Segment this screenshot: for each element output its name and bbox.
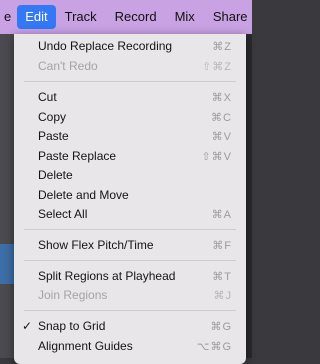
menu-item-split-regions[interactable]: Split Regions at Playhead ⌘T: [14, 266, 246, 286]
menu-item-copy[interactable]: Copy ⌘C: [14, 107, 246, 127]
menu-mix[interactable]: Mix: [166, 0, 204, 34]
menu-separator: [24, 310, 236, 311]
background-track-area: [0, 34, 14, 358]
menu-item-select-all[interactable]: Select All ⌘A: [14, 204, 246, 224]
checkmark-icon: ✓: [22, 319, 33, 333]
menu-item-label: Paste: [38, 129, 69, 143]
menu-item-label: Copy: [38, 110, 67, 124]
menu-item-shortcut: ⌘A: [211, 208, 232, 221]
menu-share[interactable]: Share: [204, 0, 257, 34]
menu-item-show-flex[interactable]: Show Flex Pitch/Time ⌘F: [14, 235, 246, 255]
background-right-edge: [246, 34, 252, 358]
menu-item-label: Join Regions: [38, 288, 108, 302]
menu-separator: [24, 229, 236, 230]
menu-item-label: Alignment Guides: [38, 339, 133, 353]
menu-item-shortcut: ⌘G: [210, 320, 232, 333]
edit-menu-dropdown: Undo Replace Recording ⌘Z Can't Redo ⇧⌘Z…: [14, 34, 246, 364]
menu-item-label: Cut: [38, 90, 57, 104]
menu-item-cut[interactable]: Cut ⌘X: [14, 87, 246, 107]
menu-item-shortcut: ⌘Z: [212, 40, 232, 53]
menu-item-shortcut: ⌘T: [212, 270, 232, 283]
menu-item-paste[interactable]: Paste ⌘V: [14, 126, 246, 146]
menu-item-label: Undo Replace Recording: [38, 39, 173, 53]
menu-item-shortcut: ⌘X: [211, 91, 232, 104]
menu-item-shortcut: ⌘J: [213, 289, 232, 302]
menu-item-alignment-guides[interactable]: Alignment Guides ⌥⌘G: [14, 336, 246, 356]
menu-track[interactable]: Track: [56, 0, 106, 34]
menu-item-label: Paste Replace: [38, 149, 117, 163]
menu-item-label: Select All: [38, 207, 88, 221]
menu-share-partial[interactable]: e: [0, 0, 17, 34]
background-selected-region: [0, 244, 14, 284]
menu-separator: [24, 260, 236, 261]
menu-item-shortcut: ⌘C: [211, 111, 232, 124]
menu-bar: e Edit Track Record Mix Share: [0, 0, 252, 34]
menu-item-join-regions: Join Regions ⌘J: [14, 285, 246, 305]
menu-item-delete-and-move[interactable]: Delete and Move: [14, 185, 246, 205]
menu-record[interactable]: Record: [106, 0, 166, 34]
menu-item-delete[interactable]: Delete: [14, 165, 246, 185]
menu-edit[interactable]: Edit: [17, 5, 56, 29]
menu-item-shortcut: ⇧⌘V: [201, 150, 232, 163]
menu-item-label: Split Regions at Playhead: [38, 269, 176, 283]
menu-item-label: Snap to Grid: [38, 319, 106, 333]
menu-item-snap-to-grid[interactable]: ✓ Snap to Grid ⌘G: [14, 316, 246, 336]
menu-item-label: Delete: [38, 168, 73, 182]
menu-item-paste-replace[interactable]: Paste Replace ⇧⌘V: [14, 146, 246, 166]
menu-item-label: Delete and Move: [38, 188, 129, 202]
menu-item-label: Show Flex Pitch/Time: [38, 238, 154, 252]
menu-item-undo[interactable]: Undo Replace Recording ⌘Z: [14, 36, 246, 56]
menu-item-shortcut: ⌘V: [211, 130, 232, 143]
menu-item-shortcut: ⌘F: [212, 239, 232, 252]
menu-item-shortcut: ⇧⌘Z: [202, 60, 232, 73]
menu-item-redo: Can't Redo ⇧⌘Z: [14, 56, 246, 76]
menu-separator: [24, 81, 236, 82]
menu-item-label: Can't Redo: [38, 59, 98, 73]
menu-item-shortcut: ⌥⌘G: [196, 340, 232, 353]
